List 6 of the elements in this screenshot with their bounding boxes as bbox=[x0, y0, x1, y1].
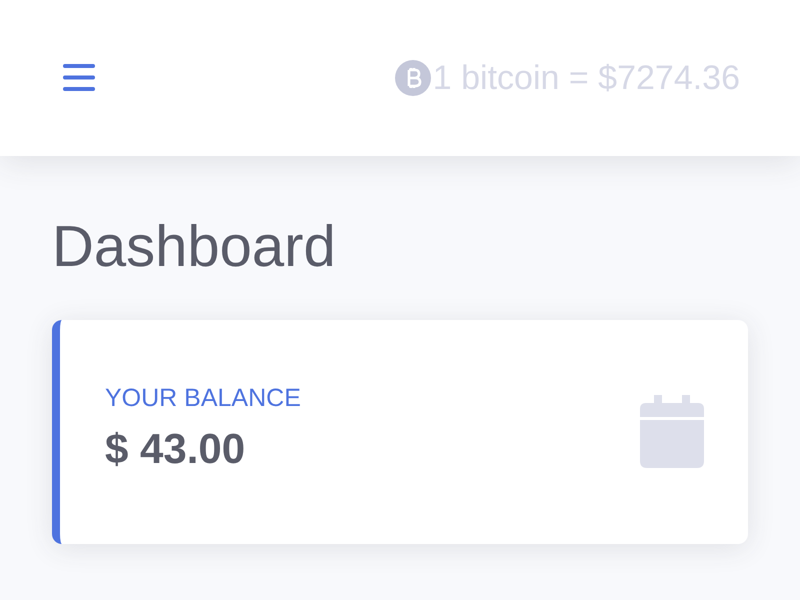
menu-icon bbox=[63, 64, 95, 90]
card-label: YOUR BALANCE bbox=[105, 384, 301, 414]
calendar-icon bbox=[640, 395, 704, 468]
page-title: Dashboard bbox=[52, 213, 337, 281]
bitcoin-icon bbox=[394, 60, 431, 96]
balance-amount: $ 43.00 bbox=[105, 425, 246, 474]
